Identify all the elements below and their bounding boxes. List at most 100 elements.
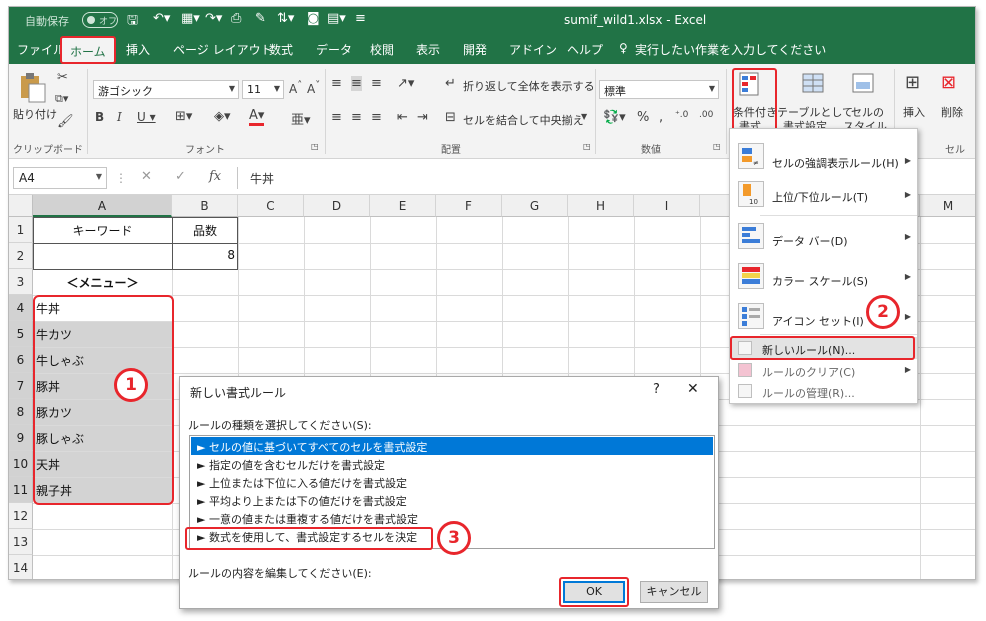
- phonetic-icon[interactable]: 亜▾: [291, 109, 311, 128]
- row-header-14[interactable]: 14: [9, 555, 33, 579]
- rule-option[interactable]: ► 指定の値を含むセルだけを書式設定: [191, 455, 713, 473]
- tab-formulas[interactable]: 数式: [269, 41, 293, 58]
- align-left-icon[interactable]: ≡: [331, 110, 342, 125]
- format-as-table-icon[interactable]: [799, 70, 829, 98]
- bold-icon[interactable]: B: [95, 110, 104, 124]
- number-format-combo[interactable]: 標準 ▼: [599, 80, 719, 99]
- row-header-7[interactable]: 7: [9, 373, 33, 399]
- align-right-icon[interactable]: ≡: [371, 110, 382, 125]
- row-header-6[interactable]: 6: [9, 347, 33, 373]
- merge-icon[interactable]: ⊟: [445, 110, 456, 125]
- row-header-13[interactable]: 13: [9, 529, 33, 555]
- wrap-text-label[interactable]: 折り返して全体を表示する: [463, 78, 595, 94]
- row-header-10[interactable]: 10: [9, 451, 33, 477]
- insert-label[interactable]: 挿入: [903, 104, 925, 120]
- row-header-2[interactable]: 2: [9, 243, 33, 269]
- col-header-d[interactable]: D: [304, 195, 370, 217]
- tell-me-box[interactable]: 実行したい作業を入力してください: [635, 41, 826, 58]
- copy-icon[interactable]: ⧉▾: [55, 92, 68, 106]
- tab-developer[interactable]: 開発: [463, 41, 487, 58]
- merge-center-label[interactable]: セルを結合して中央揃え: [463, 112, 584, 128]
- wrap-text-icon[interactable]: ↵: [445, 76, 456, 91]
- decrease-indent-icon[interactable]: ⇤: [397, 110, 408, 125]
- insert-cells-icon[interactable]: ⊞: [905, 72, 920, 93]
- tab-page-layout[interactable]: ページ レイアウト: [173, 41, 273, 58]
- row-header-4[interactable]: 4: [9, 295, 33, 321]
- italic-icon[interactable]: I: [117, 110, 122, 124]
- tab-addins[interactable]: アドイン: [509, 41, 557, 58]
- increase-indent-icon[interactable]: ⇥: [417, 110, 428, 125]
- col-header-m[interactable]: M: [920, 195, 975, 217]
- save-icon[interactable]: 🖫: [127, 11, 138, 33]
- col-header-i[interactable]: I: [634, 195, 700, 217]
- dialog-launcher-icon[interactable]: ◳: [311, 142, 319, 151]
- col-header-a[interactable]: A: [33, 195, 172, 217]
- border-icon[interactable]: ⊞▾: [175, 109, 192, 124]
- col-header-e[interactable]: E: [370, 195, 436, 217]
- col-header-g[interactable]: G: [502, 195, 568, 217]
- help-icon[interactable]: ?: [653, 382, 660, 397]
- menu-item-top-bottom-rules[interactable]: 10 上位/下位ルール(T) ▶: [730, 177, 917, 217]
- camera-icon[interactable]: ◙: [307, 11, 320, 26]
- grow-font-icon[interactable]: A˄: [289, 80, 302, 96]
- row-header-12[interactable]: 12: [9, 503, 33, 529]
- percent-icon[interactable]: %: [637, 110, 649, 125]
- delete-label[interactable]: 削除: [941, 104, 963, 120]
- chevron-down-icon[interactable]: ▼: [581, 112, 587, 121]
- rule-option[interactable]: ► セルの値に基づいてすべてのセルを書式設定: [191, 437, 713, 455]
- rule-option[interactable]: ► 平均より上または下の値だけを書式設定: [191, 491, 713, 509]
- tab-home[interactable]: ホーム: [60, 36, 116, 64]
- tab-help[interactable]: ヘルプ: [567, 41, 603, 58]
- comma-icon[interactable]: ,: [659, 110, 663, 125]
- align-middle-icon[interactable]: ≡: [351, 76, 362, 91]
- col-header-h[interactable]: H: [568, 195, 634, 217]
- cell-a1[interactable]: キーワード: [33, 222, 172, 239]
- row-header-9[interactable]: 9: [9, 425, 33, 451]
- tab-view[interactable]: 表示: [416, 41, 440, 58]
- increase-decimal-icon[interactable]: ⁺.0: [675, 110, 688, 120]
- menu-item-clear-rules[interactable]: ルールのクリア(C) ▶: [730, 360, 917, 380]
- shrink-font-icon[interactable]: A˅: [307, 80, 320, 96]
- menu-item-highlight-rules[interactable]: ≠ セルの強調表示ルール(H) ▶: [730, 137, 917, 177]
- redo-icon[interactable]: ↷▾: [205, 11, 222, 26]
- sort-icon[interactable]: ⇅▾: [277, 11, 294, 26]
- tab-data[interactable]: データ: [316, 41, 352, 58]
- align-center-icon[interactable]: ≡: [351, 110, 362, 125]
- align-top-icon[interactable]: ≡: [331, 76, 342, 91]
- delete-cells-icon[interactable]: ⊠: [941, 72, 956, 93]
- table-icon[interactable]: ▦▾: [181, 11, 200, 26]
- cancel-entry-icon[interactable]: ✕: [141, 169, 152, 184]
- insert-function-icon[interactable]: fx: [209, 169, 221, 184]
- font-name-combo[interactable]: 游ゴシック ▼: [93, 80, 239, 99]
- col-header-f[interactable]: F: [436, 195, 502, 217]
- chevron-down-icon[interactable]: ▼: [96, 172, 102, 181]
- dialog-launcher-icon[interactable]: ◳: [713, 142, 721, 151]
- formula-input[interactable]: 牛丼: [237, 167, 737, 189]
- col-header-c[interactable]: C: [238, 195, 304, 217]
- format-painter-icon[interactable]: 🖌: [57, 114, 74, 129]
- row-header-11[interactable]: 11: [9, 477, 33, 503]
- confirm-entry-icon[interactable]: ✓: [175, 169, 186, 184]
- close-icon[interactable]: ✕: [687, 381, 699, 397]
- row-header-3[interactable]: 3: [9, 269, 33, 295]
- tab-insert[interactable]: 挿入: [126, 41, 150, 58]
- name-box[interactable]: A4 ▼: [13, 167, 107, 189]
- row-header-8[interactable]: 8: [9, 399, 33, 425]
- undo-icon[interactable]: ↶▾: [153, 11, 170, 26]
- menu-item-color-scales[interactable]: カラー スケール(S) ▶: [730, 259, 917, 299]
- decrease-decimal-icon[interactable]: .00: [699, 110, 713, 120]
- autosave-toggle[interactable]: オフ: [82, 12, 118, 28]
- cell-a3[interactable]: ＜メニュー＞: [33, 274, 172, 291]
- col-header-b[interactable]: B: [172, 195, 238, 217]
- row-header-5[interactable]: 5: [9, 321, 33, 347]
- fill-color-icon[interactable]: ◈▾: [214, 109, 231, 124]
- menu-item-data-bars[interactable]: データ バー(D) ▶: [730, 219, 917, 259]
- dialog-launcher-icon[interactable]: ◳: [583, 142, 591, 151]
- select-all-corner[interactable]: [9, 195, 33, 217]
- print-preview-icon[interactable]: ⎙: [231, 11, 241, 26]
- align-bottom-icon[interactable]: ≡: [371, 76, 382, 91]
- paste-icon[interactable]: [17, 72, 47, 103]
- cancel-button[interactable]: キャンセル: [640, 581, 708, 603]
- row-header-1[interactable]: 1: [9, 217, 33, 243]
- brush-icon[interactable]: ✎: [255, 11, 266, 26]
